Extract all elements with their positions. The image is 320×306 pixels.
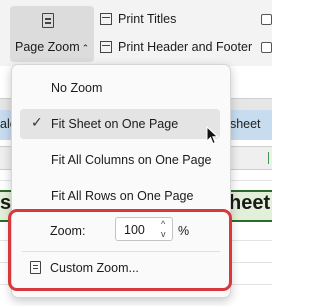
- highlight-box: [8, 209, 232, 291]
- print-titles-icon: [100, 13, 112, 25]
- ribbon: Page Zoom ⌃ Print Titles Print Header and…: [0, 0, 272, 66]
- print-header-footer-button[interactable]: Print Header and Footer: [100, 40, 252, 58]
- menu-item-label: Fit All Columns on One Page: [51, 153, 212, 167]
- page-zoom-label: Page Zoom: [15, 40, 80, 54]
- chevron-up-icon: ⌃: [81, 43, 90, 53]
- title-text-right: heet: [229, 192, 271, 214]
- checkmark-icon: ✓: [31, 114, 43, 130]
- print-header-footer-label: Print Header and Footer: [118, 40, 253, 54]
- ribbon-checkbox[interactable]: [261, 42, 272, 53]
- page-zoom-icon: [42, 13, 54, 28]
- print-header-footer-icon: [100, 41, 112, 53]
- menu-item-fit-sheet[interactable]: ✓ Fit Sheet on One Page: [20, 109, 220, 139]
- menu-item-label: Fit Sheet on One Page: [51, 117, 179, 131]
- print-titles-label: Print Titles: [118, 12, 177, 26]
- mouse-cursor-icon: [206, 126, 219, 145]
- column-marker: [268, 152, 269, 164]
- menu-item-no-zoom[interactable]: No Zoom: [20, 73, 220, 103]
- menu-item-fit-rows[interactable]: Fit All Rows on One Page: [20, 181, 220, 211]
- ribbon-checkbox[interactable]: [261, 14, 272, 25]
- page-zoom-button[interactable]: Page Zoom ⌃: [10, 6, 94, 62]
- menu-item-label: Fit All Rows on One Page: [51, 189, 194, 203]
- print-titles-button[interactable]: Print Titles: [100, 12, 176, 30]
- menu-item-fit-columns[interactable]: Fit All Columns on One Page: [20, 145, 220, 175]
- menu-item-label: No Zoom: [51, 81, 103, 95]
